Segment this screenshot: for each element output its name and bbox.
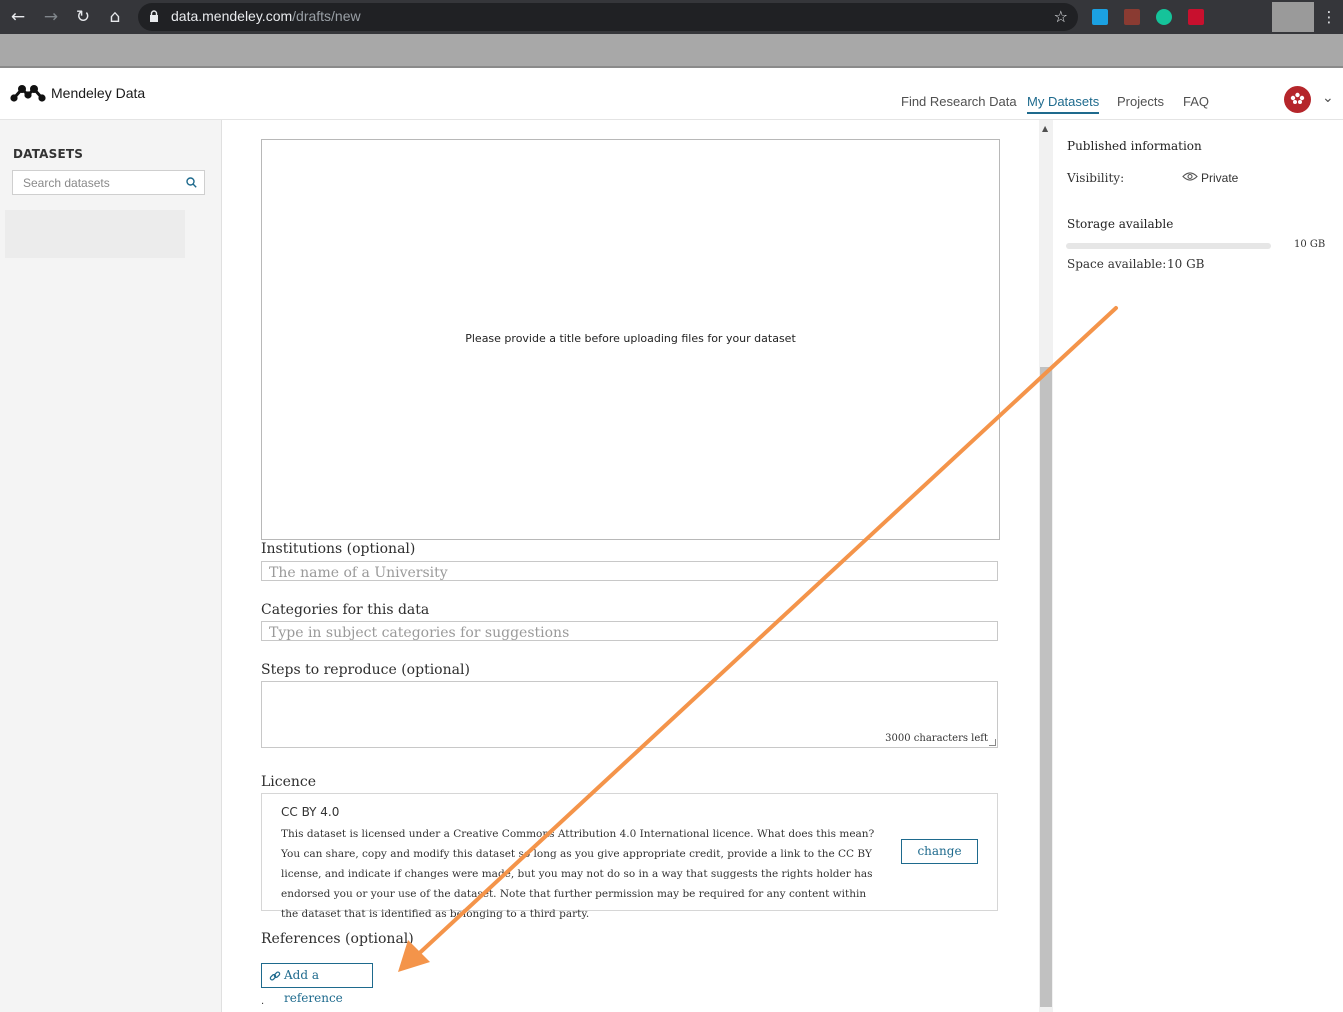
home-icon[interactable]: ⌂ [104,6,126,28]
pdf-extension-icon[interactable] [1124,9,1140,25]
institutions-field [261,561,998,582]
change-licence-button[interactable]: change [901,839,978,864]
institutions-label: Institutions (optional) [261,541,416,557]
windows-extension-icon[interactable] [1092,9,1108,25]
steps-field: 3000 characters left [261,681,998,748]
chars-left-counter: 3000 characters left [885,733,988,744]
browser-menu-icon[interactable]: ⋮ [1318,6,1340,28]
back-icon[interactable]: ← [7,6,29,28]
app-header: Mendeley Data Find Research Data My Data… [0,68,1343,120]
nav-projects[interactable]: Projects [1117,94,1164,109]
categories-label: Categories for this data [261,602,430,618]
url-text: data.mendeley.com/drafts/new [171,8,361,24]
upload-message: Please provide a title before uploading … [465,332,796,345]
search-datasets-input[interactable] [13,171,183,194]
dataset-search-box [12,170,205,195]
avatar-logo-icon [1290,92,1305,104]
eye-icon [1182,172,1198,181]
dataset-list-placeholder [5,210,185,258]
chevron-down-icon[interactable]: ⌄ [1322,90,1334,106]
info-panel: Published information Visibility: Privat… [1054,120,1343,1012]
institutions-input[interactable] [262,564,997,582]
nav-faq[interactable]: FAQ [1183,94,1209,109]
storage-total: 10 GB [1294,239,1326,250]
space-available-label: Space available: [1067,257,1167,271]
brand-name[interactable]: Mendeley Data [51,85,145,101]
add-reference-button[interactable]: Add a reference [261,963,373,1005]
nav-my-datasets[interactable]: My Datasets [1027,94,1100,114]
nav-find-research-data[interactable]: Find Research Data [901,94,1017,109]
sidebar-heading: DATASETS [13,147,84,161]
grammarly-extension-icon[interactable] [1156,9,1172,25]
forward-icon[interactable]: → [40,6,62,28]
scroll-thumb[interactable] [1040,367,1052,1007]
reload-icon[interactable]: ↻ [72,6,94,28]
url-path: /drafts/new [292,8,361,24]
browser-toolbar: ← → ↻ ⌂ data.mendeley.com/drafts/new ☆ ⋮ [0,0,1343,34]
dataset-form: Please provide a title before uploading … [223,120,1039,1012]
categories-input[interactable] [262,624,997,642]
licence-name: CC BY 4.0 [281,805,340,819]
storage-title: Storage available [1067,217,1174,231]
file-upload-area[interactable]: Please provide a title before uploading … [261,139,1000,540]
published-info-title: Published information [1067,139,1202,153]
space-available-value: 10 GB [1167,257,1205,271]
add-reference-label: Add a reference [284,968,343,1005]
visibility-value: Private [1201,171,1239,185]
mendeley-logo-icon[interactable] [10,82,46,104]
licence-label: Licence [261,774,317,790]
address-bar[interactable]: data.mendeley.com/drafts/new ☆ [138,3,1078,31]
scroll-up-arrow-icon[interactable]: ▲ [1042,124,1048,133]
visibility-label: Visibility: [1067,171,1125,185]
url-host: data.mendeley.com [171,8,293,24]
licence-card: CC BY 4.0 This dataset is licensed under… [261,793,998,920]
lock-icon [150,10,158,22]
profile-button[interactable] [1272,2,1314,32]
bookmarks-bar [0,34,1343,68]
licence-description: This dataset is licensed under a Creativ… [281,828,875,920]
resize-handle[interactable] [989,739,996,746]
main-scrollbar[interactable]: ▲ [1039,120,1053,1012]
references-label: References (optional) [261,931,414,947]
trailing-text: . [261,996,265,1007]
mendeley-extension-icon[interactable] [1188,9,1204,25]
steps-label: Steps to reproduce (optional) [261,662,470,678]
link-icon [269,971,281,981]
categories-field [261,621,998,642]
bookmark-star-icon[interactable]: ☆ [1054,7,1068,26]
datasets-sidebar: DATASETS [0,120,222,1012]
storage-progress-bar [1066,243,1271,249]
avatar[interactable] [1284,86,1311,113]
search-icon[interactable] [186,177,197,188]
